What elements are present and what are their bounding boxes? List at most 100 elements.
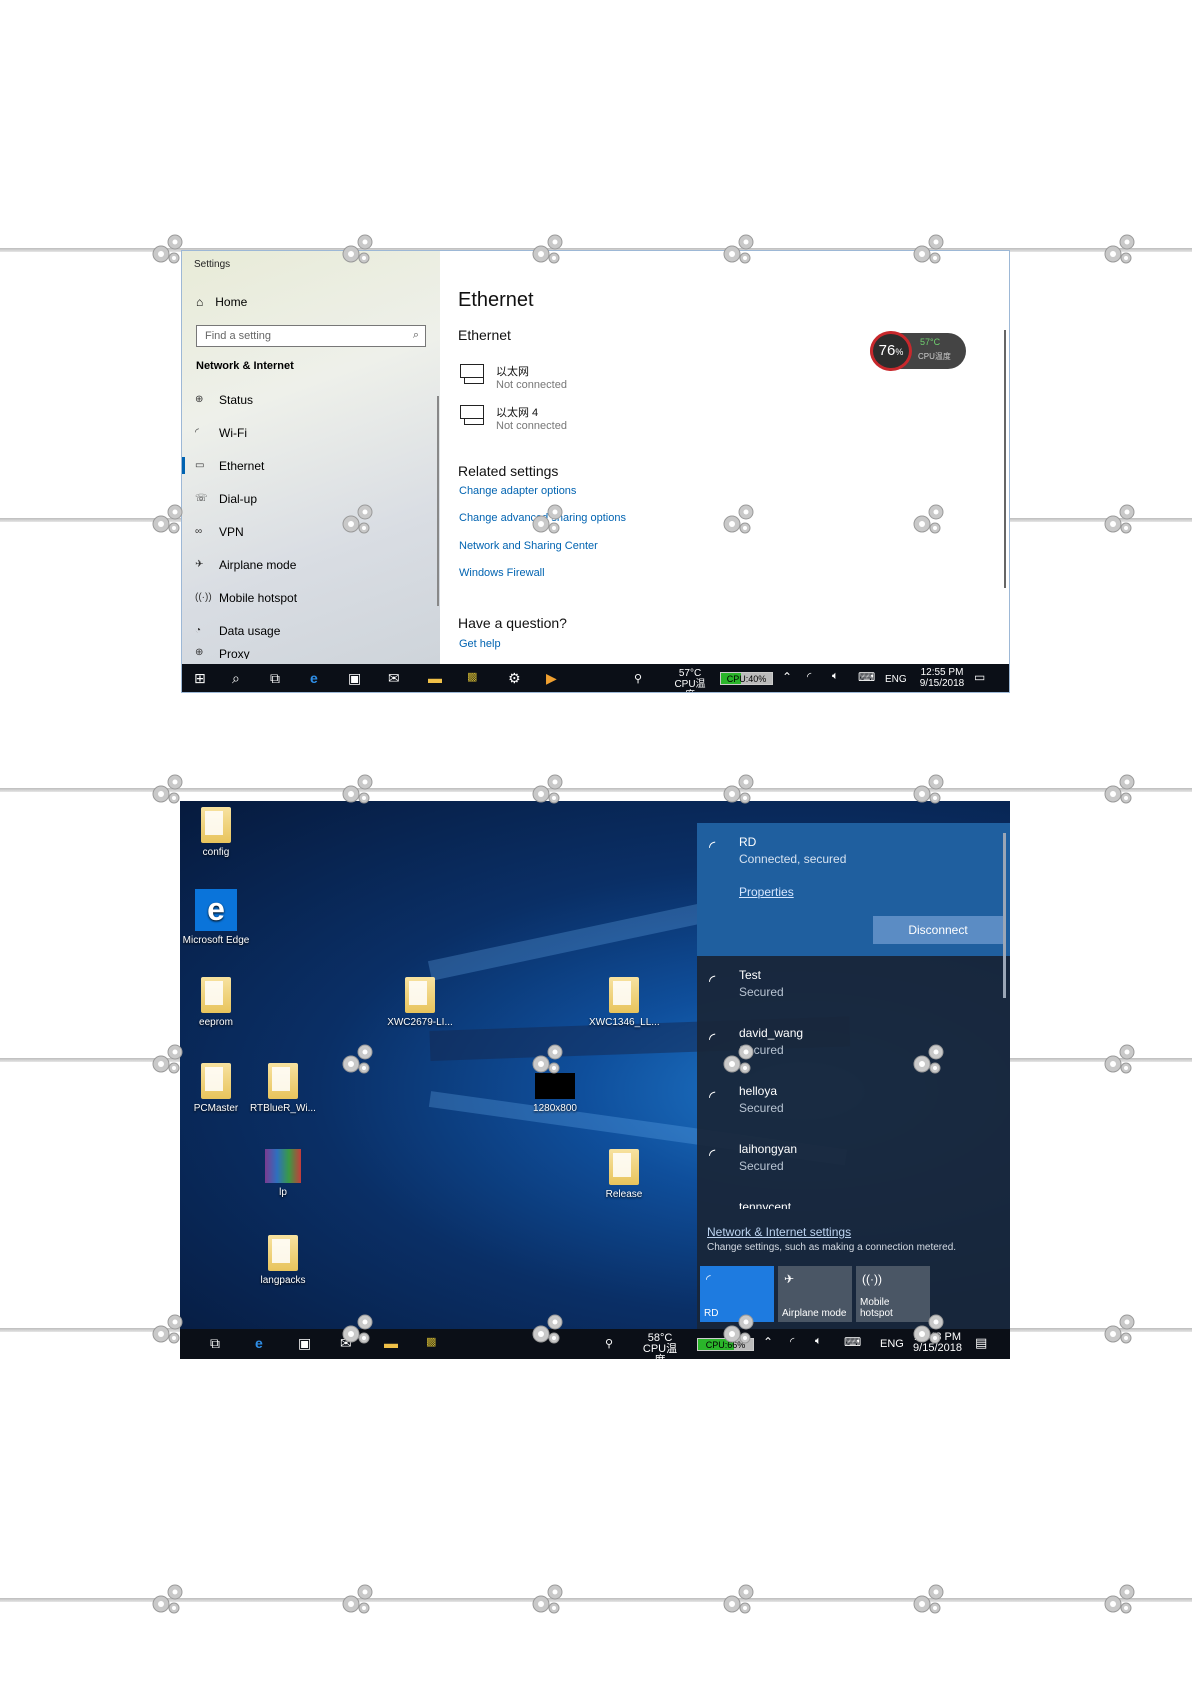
- flyout-scrollbar[interactable]: [1003, 833, 1006, 998]
- nav-item-airplane[interactable]: ✈ Airplane mode: [182, 548, 440, 581]
- desktop-icon-release[interactable]: Release: [589, 1149, 659, 1200]
- keyboard-icon[interactable]: ⌨: [844, 1335, 861, 1349]
- nav-item-wifi[interactable]: ◜ Wi-Fi: [182, 416, 440, 449]
- sharing-center-link[interactable]: Network and Sharing Center: [459, 540, 598, 552]
- airplane-mode-tile[interactable]: ✈ Airplane mode: [778, 1266, 852, 1322]
- sidebar-scrollbar[interactable]: [437, 396, 439, 606]
- desktop-icon-langpacks[interactable]: langpacks: [248, 1235, 318, 1286]
- cpu-temp-label: CPU温度: [642, 1343, 678, 1366]
- gear-icon: [147, 1040, 191, 1080]
- notification-icon[interactable]: ▭: [974, 670, 985, 684]
- wifi-icon[interactable]: ◜: [790, 1335, 794, 1348]
- content-scrollbar[interactable]: [1004, 330, 1006, 588]
- search-icon[interactable]: ⌕: [232, 670, 240, 687]
- ethernet-subheading: Ethernet: [458, 327, 511, 343]
- desktop-icon-xwc1346[interactable]: XWC1346_LL...: [589, 977, 660, 1028]
- wifi-icon: ◜: [709, 839, 716, 856]
- connection-status: Connected, secured: [739, 852, 847, 866]
- windows-firewall-link[interactable]: Windows Firewall: [459, 567, 545, 579]
- desktop-icon-pcmaster[interactable]: PCMaster: [181, 1063, 251, 1114]
- nav-item-hotspot[interactable]: ((·)) Mobile hotspot: [182, 581, 440, 614]
- network-settings-link[interactable]: Network & Internet settings: [707, 1225, 851, 1239]
- volume-icon[interactable]: 🔈︎: [832, 670, 839, 683]
- desktop-icon-xwc2679[interactable]: XWC2679-LI...: [385, 977, 455, 1028]
- related-settings-heading: Related settings: [458, 463, 559, 479]
- edge-icon[interactable]: e: [310, 670, 318, 686]
- settings-sidebar: Settings ⌂ Home Find a setting ⌕ Network…: [182, 251, 440, 664]
- search-input[interactable]: Find a setting ⌕: [196, 325, 426, 347]
- home-icon: ⌂: [196, 295, 204, 309]
- airplane-icon: ✈: [784, 1272, 795, 1286]
- keyboard-icon[interactable]: ⌨: [858, 670, 875, 684]
- network-item[interactable]: tennycent: [697, 1199, 997, 1209]
- language-indicator[interactable]: ENG: [880, 1339, 904, 1350]
- people-icon[interactable]: ⚲: [634, 672, 642, 685]
- mail-icon[interactable]: ✉: [388, 670, 400, 687]
- nav-label: Data usage: [219, 623, 281, 638]
- gear-icon: [718, 770, 762, 810]
- connected-network[interactable]: ◜ RD Connected, secured Properties Disco…: [697, 823, 1010, 956]
- ssid: david_wang: [739, 1026, 804, 1040]
- store-icon[interactable]: ▣: [298, 1335, 311, 1352]
- icon-label: config: [202, 847, 230, 858]
- app-icon[interactable]: ▩: [467, 670, 477, 683]
- ethernet-icon: [458, 404, 486, 426]
- cpu-widget-label: CPU温度: [918, 352, 951, 361]
- media-icon[interactable]: ▶: [546, 670, 557, 687]
- task-view-icon[interactable]: ⧉: [270, 670, 280, 687]
- clock[interactable]: 12:55 PM 9/15/2018: [917, 667, 967, 689]
- phone-icon: ☏: [195, 493, 208, 504]
- vpn-icon: ∞: [195, 526, 203, 537]
- settings-gear-icon[interactable]: ⚙: [508, 670, 521, 687]
- icon-label: Release: [605, 1189, 643, 1200]
- properties-link[interactable]: Properties: [739, 885, 794, 899]
- adapter-name: 以太网 4: [496, 407, 539, 419]
- file-explorer-icon[interactable]: ▬: [384, 1335, 398, 1351]
- adapter-name: 以太网: [496, 366, 529, 378]
- desktop-icon-edge[interactable]: e Microsoft Edge: [181, 889, 251, 946]
- nav-item-vpn[interactable]: ∞ VPN: [182, 515, 440, 548]
- icon-label: XWC2679-LI...: [387, 1017, 453, 1028]
- nav-item-status[interactable]: ⊕ Status: [182, 383, 440, 416]
- desktop-icon-lp[interactable]: lp: [248, 1149, 318, 1198]
- wifi-icon: ◜: [706, 1272, 711, 1286]
- change-adapter-options-link[interactable]: Change adapter options: [459, 485, 576, 497]
- language-indicator[interactable]: ENG: [885, 674, 907, 685]
- volume-icon[interactable]: 🔈︎: [815, 1335, 822, 1348]
- desktop-icon-config[interactable]: config: [181, 807, 251, 858]
- people-icon[interactable]: ⚲: [605, 1337, 613, 1350]
- network-settings-description: Change settings, such as making a connec…: [707, 1242, 957, 1253]
- icon-label: XWC1346_LL...: [589, 1017, 660, 1028]
- cpu-monitor-widget[interactable]: 76% 57°C CPU温度: [870, 331, 966, 371]
- adapter-item[interactable]: 以太网 4 Not connected: [458, 404, 567, 432]
- disconnect-button[interactable]: Disconnect: [873, 916, 1003, 944]
- tile-label: Airplane mode: [782, 1308, 847, 1319]
- get-help-link[interactable]: Get help: [459, 638, 501, 650]
- cpu-temp-readout: 57°CCPU温度: [672, 668, 708, 692]
- taskbar-2: ⧉ e ▣ ✉ ▬ ▩ ⚲ 58°C CPU温度 CPU:66% ⌃ ◜ 🔈︎ ⌨…: [180, 1329, 1010, 1366]
- gear-icon: [1099, 500, 1143, 540]
- nav-item-data-usage[interactable]: ◔ Data usage: [182, 614, 440, 647]
- chevron-up-icon[interactable]: ⌃: [782, 670, 792, 684]
- file-explorer-icon[interactable]: ▬: [428, 670, 442, 686]
- gear-icon: [908, 1040, 952, 1080]
- wifi-icon[interactable]: ◜: [807, 670, 811, 683]
- store-icon[interactable]: ▣: [348, 670, 361, 687]
- nav-item-proxy[interactable]: ⊕ Proxy: [182, 647, 440, 659]
- nav-item-ethernet[interactable]: ▭ Ethernet: [182, 449, 440, 482]
- desktop-icon-eeprom[interactable]: eeprom: [181, 977, 251, 1028]
- gear-icon: [1099, 230, 1143, 270]
- task-view-icon[interactable]: ⧉: [210, 1335, 220, 1352]
- gear-icon: [1099, 1040, 1143, 1080]
- edge-icon[interactable]: e: [255, 1335, 263, 1351]
- gear-icon: [527, 1310, 571, 1350]
- notification-icon[interactable]: ▤: [975, 1335, 987, 1351]
- chevron-up-icon[interactable]: ⌃: [763, 1335, 773, 1349]
- home-link[interactable]: ⌂ Home: [196, 295, 247, 309]
- start-icon[interactable]: ⊞: [194, 670, 206, 687]
- app-icon[interactable]: ▩: [426, 1335, 436, 1348]
- nav-item-dialup[interactable]: ☏ Dial-up: [182, 482, 440, 515]
- nav-label: VPN: [219, 524, 244, 539]
- desktop-icon-rtbluer[interactable]: RTBlueR_Wi...: [248, 1063, 318, 1114]
- adapter-item[interactable]: 以太网 Not connected: [458, 363, 567, 391]
